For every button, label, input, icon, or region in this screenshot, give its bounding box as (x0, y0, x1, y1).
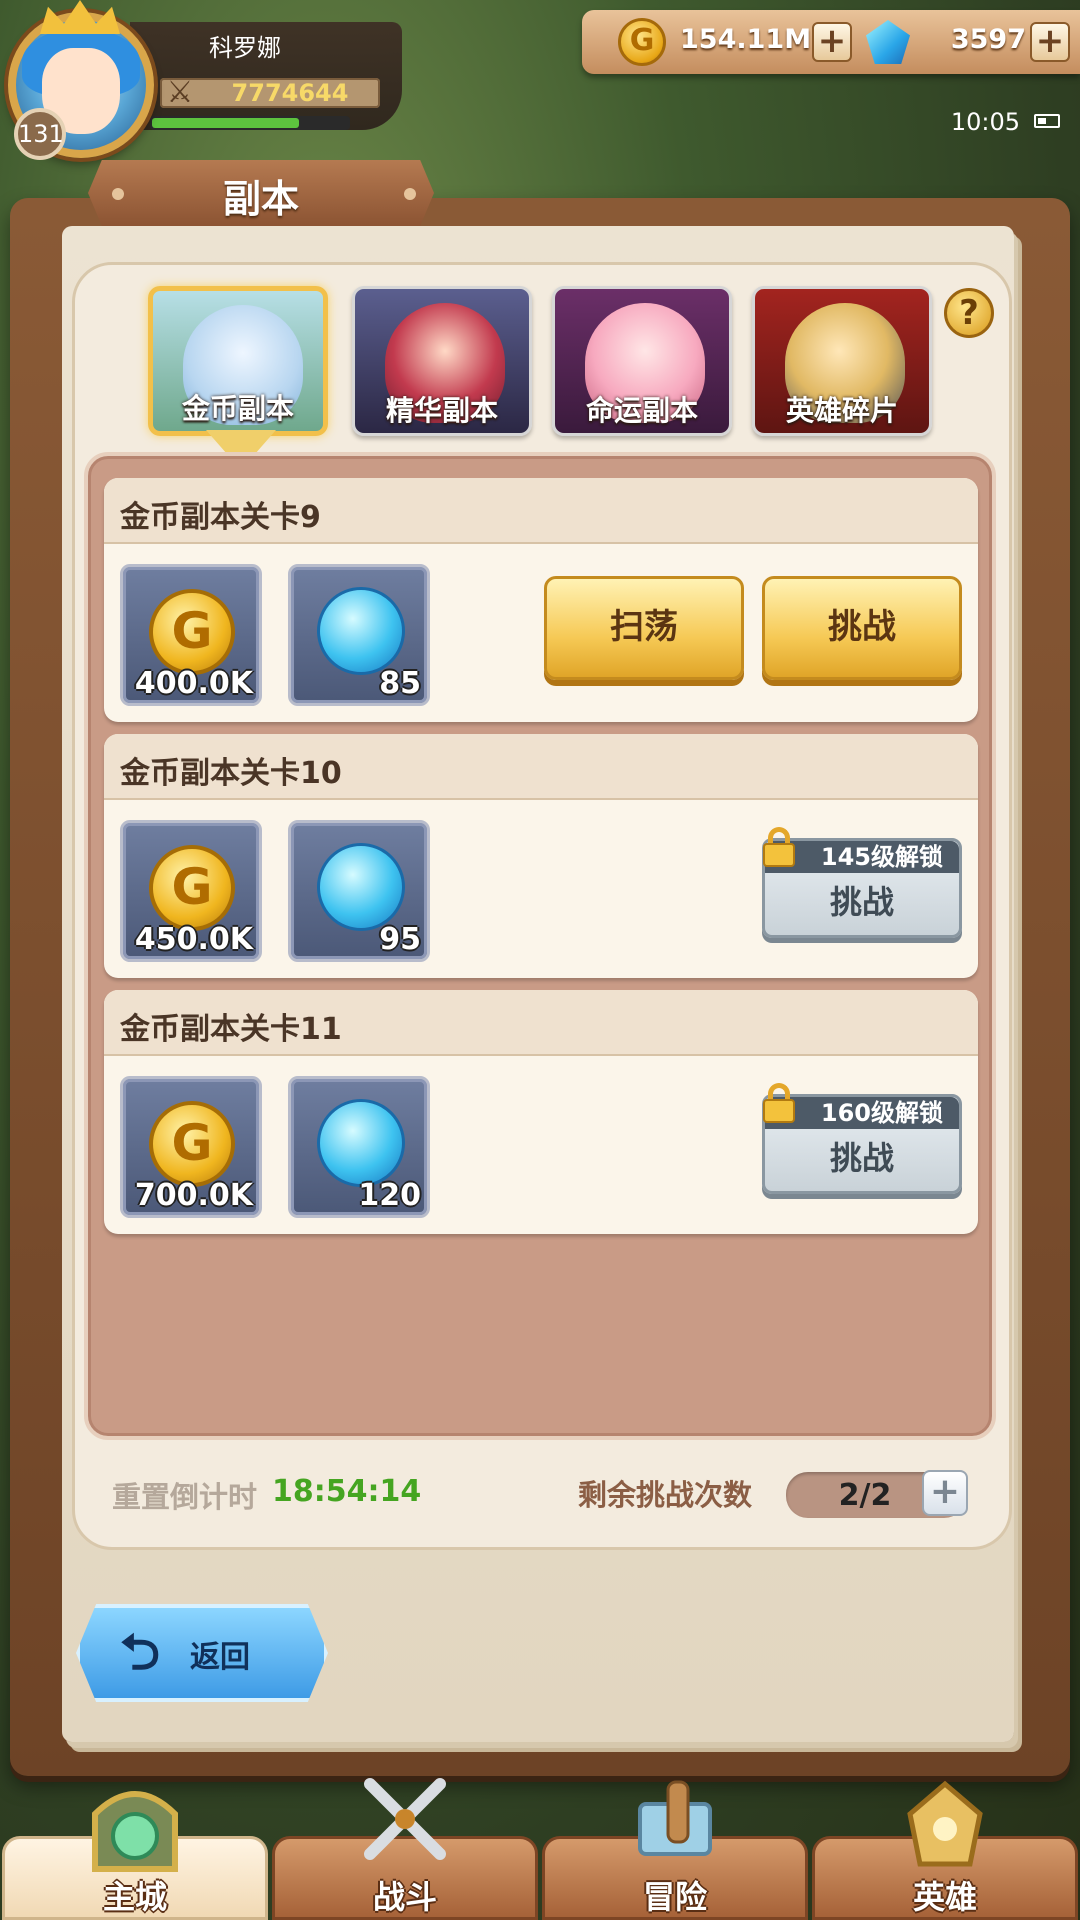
remaining-attempts-value: 2/2 (838, 1478, 892, 1513)
tab-fate-dungeon[interactable]: 命运副本 (552, 286, 732, 436)
tab-essence-dungeon[interactable]: 精华副本 (352, 286, 532, 436)
tab-label: 精华副本 (385, 394, 498, 427)
remaining-attempts-label: 剩余挑战次数 (578, 1478, 753, 1512)
gold-reward-amount: 700.0K (134, 1178, 253, 1213)
tab-hero-shards[interactable]: 英雄碎片 (752, 286, 932, 436)
experience-bar-fill (152, 118, 299, 128)
blue-orb-icon (317, 1099, 405, 1187)
gold-reward-slot[interactable]: G 700.0K (120, 1076, 262, 1218)
player-level-badge: 131 (14, 108, 66, 160)
nav-label: 英雄 (912, 1878, 977, 1916)
crown-icon (40, 0, 120, 34)
stage-title: 金币副本关卡9 (120, 500, 321, 535)
tab-label: 金币副本 (181, 392, 294, 425)
hero-helmet-icon (907, 1780, 983, 1867)
page-title: 副本 (222, 177, 299, 221)
sweep-button[interactable]: 扫荡 (544, 576, 744, 680)
player-name: 科罗娜 (209, 34, 281, 62)
status-clock: 10:05 (950, 108, 1020, 136)
challenge-label: 挑战 (829, 883, 894, 921)
add-attempts-button[interactable]: + (922, 1470, 968, 1516)
gold-coin-icon: G (149, 589, 235, 675)
diamond-amount: 3597 (950, 24, 1026, 55)
blue-orb-icon (317, 843, 405, 931)
nav-label: 主城 (102, 1878, 167, 1916)
gold-amount: 154.11M (680, 24, 812, 55)
gold-coin-icon: G (618, 18, 666, 66)
stage-title: 金币副本关卡11 (120, 1012, 342, 1047)
orb-reward-amount: 120 (358, 1178, 421, 1213)
gold-coin-icon: G (149, 845, 235, 931)
combat-power-value: 7774644 (231, 79, 349, 107)
player-avatar[interactable]: 131 (0, 0, 170, 160)
stage-row: 金币副本关卡9 G 400.0K 85 扫荡 挑战 (104, 478, 978, 722)
stage-header: 金币副本关卡9 (104, 478, 978, 544)
tab-label: 命运副本 (585, 394, 698, 427)
stage-title: 金币副本关卡10 (120, 756, 342, 791)
lock-icon (761, 827, 797, 867)
reset-countdown-time: 18:54:14 (272, 1474, 422, 1509)
crossed-swords-icon (364, 1778, 446, 1860)
orb-reward-amount: 85 (379, 666, 421, 701)
lock-icon (761, 1083, 797, 1123)
help-button[interactable]: ? (944, 288, 994, 338)
locked-challenge-button[interactable]: 145级解锁 挑战 (762, 827, 962, 938)
gold-reward-amount: 400.0K (134, 666, 253, 701)
gold-reward-amount: 450.0K (134, 922, 253, 957)
battery-icon (1034, 114, 1060, 128)
stage-row: 金币副本关卡11 G 700.0K 120 160级解锁 挑战 (104, 990, 978, 1234)
back-button-label: 返回 (190, 1640, 250, 1675)
orb-reward-slot[interactable]: 85 (288, 564, 430, 706)
map-scroll-icon (638, 1780, 712, 1856)
portal-icon (92, 1791, 178, 1872)
orb-reward-amount: 95 (379, 922, 421, 957)
orb-reward-slot[interactable]: 120 (288, 1076, 430, 1218)
gold-reward-slot[interactable]: G 450.0K (120, 820, 262, 962)
blue-orb-icon (317, 587, 405, 675)
add-gold-button[interactable]: + (812, 22, 852, 62)
nav-label: 冒险 (642, 1878, 707, 1916)
tab-gold-dungeon[interactable]: 金币副本 (148, 286, 328, 436)
challenge-label: 挑战 (829, 1139, 894, 1177)
add-diamond-button[interactable]: + (1030, 22, 1070, 62)
stage-header: 金币副本关卡10 (104, 734, 978, 800)
locked-challenge-button[interactable]: 160级解锁 挑战 (762, 1083, 962, 1194)
back-arrow-icon: ⮌ (119, 1623, 161, 1681)
orb-reward-slot[interactable]: 95 (288, 820, 430, 962)
gold-coin-icon: G (149, 1101, 235, 1187)
nav-label: 战斗 (372, 1878, 437, 1916)
stage-row: 金币副本关卡10 G 450.0K 95 145级解锁 挑战 (104, 734, 978, 978)
stage-header: 金币副本关卡11 (104, 990, 978, 1056)
tab-label: 英雄碎片 (785, 394, 898, 427)
gold-reward-slot[interactable]: G 400.0K (120, 564, 262, 706)
reset-countdown-label: 重置倒计时 (112, 1480, 258, 1514)
challenge-button[interactable]: 挑战 (762, 576, 962, 680)
